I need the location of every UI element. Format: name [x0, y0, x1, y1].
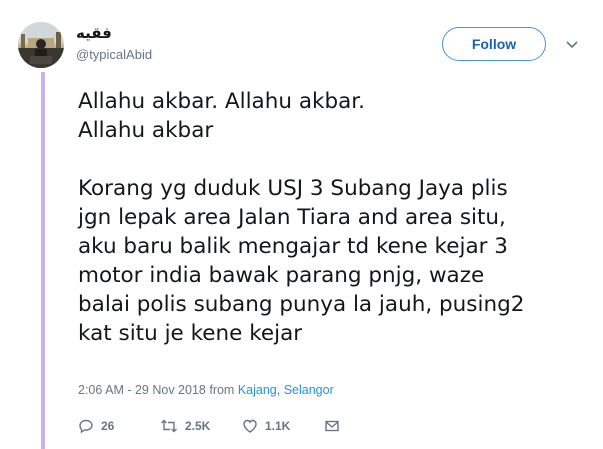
- reply-icon: [79, 419, 93, 434]
- user-handle[interactable]: @typicalAbid: [76, 47, 152, 62]
- reply-button[interactable]: 26: [78, 418, 160, 434]
- direct-message-button[interactable]: [324, 418, 340, 434]
- retweet-button[interactable]: 2.5K: [160, 418, 242, 434]
- heart-icon: [243, 419, 257, 433]
- from-label: from: [209, 383, 235, 397]
- tweet-card: فقيه @typicalAbid Follow Allahu akbar. A…: [0, 0, 603, 449]
- tweet-actions: 26 2.5K 1.1K: [78, 415, 340, 437]
- like-button[interactable]: 1.1K: [242, 418, 324, 434]
- chevron-down-icon[interactable]: [565, 38, 579, 50]
- tweet-meta: 2:06 AM - 29 Nov 2018 from Kajang, Selan…: [78, 383, 334, 397]
- reply-count: 26: [101, 419, 115, 433]
- like-count: 1.1K: [265, 419, 291, 433]
- thread-line: [41, 72, 45, 449]
- location-link[interactable]: Kajang, Selangor: [238, 383, 334, 397]
- timestamp[interactable]: 2:06 AM - 29 Nov 2018: [78, 383, 206, 397]
- tweet-text: Allahu akbar. Allahu akbar. Allahu akbar…: [78, 89, 525, 346]
- avatar[interactable]: [18, 22, 64, 68]
- retweet-count: 2.5K: [185, 419, 211, 433]
- envelope-icon: [325, 420, 339, 432]
- display-name[interactable]: فقيه: [76, 24, 112, 42]
- retweet-icon: [161, 419, 177, 433]
- follow-button[interactable]: Follow: [442, 27, 546, 61]
